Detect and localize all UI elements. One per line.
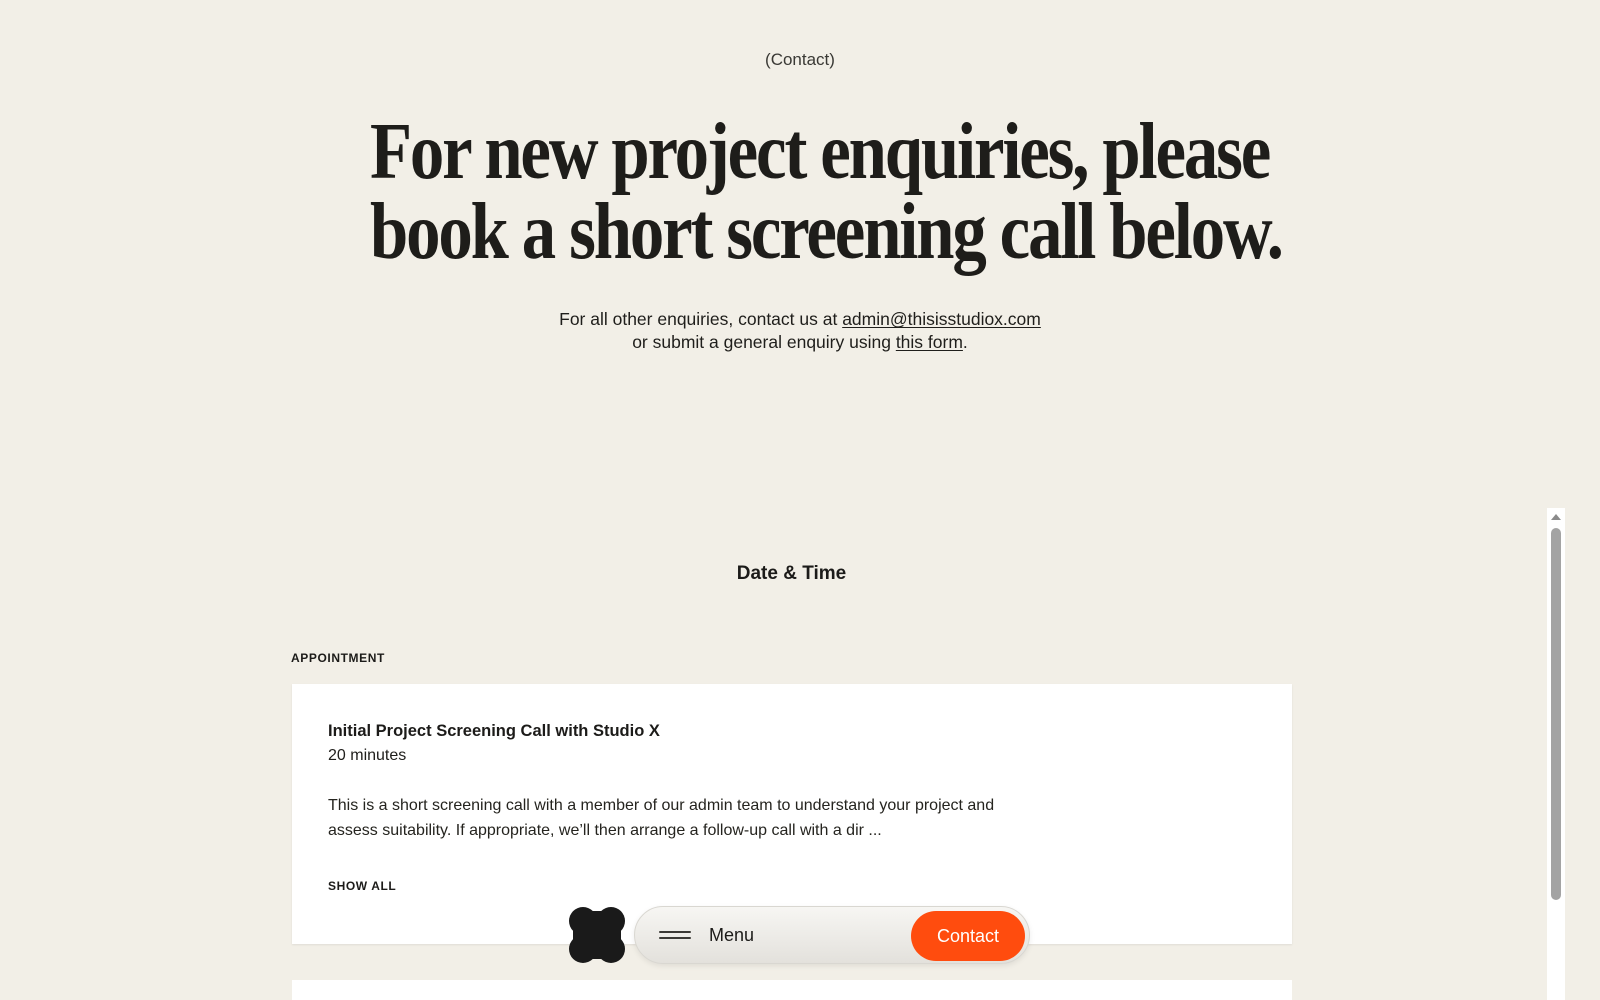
bottom-nav-bar: Menu Contact xyxy=(634,906,1030,964)
appointment-description: This is a short screening call with a me… xyxy=(328,797,995,839)
form-link[interactable]: this form xyxy=(896,332,963,352)
hamburger-icon xyxy=(659,929,691,941)
appointment-card[interactable]: Initial Project Screening Call with Stud… xyxy=(292,684,1292,944)
appointment-label: APPOINTMENT xyxy=(291,651,385,665)
page-headline: For new project enquiries, please book a… xyxy=(370,108,1284,276)
date-time-heading: Date & Time xyxy=(736,563,847,584)
intro-line-1-text: For all other enquiries, contact us at xyxy=(559,309,843,329)
appointment-title: Initial Project Screening Call with Stud… xyxy=(328,722,660,740)
next-appointment-card[interactable] xyxy=(292,980,1292,1000)
scroll-up-arrow-icon[interactable] xyxy=(1551,514,1561,520)
headline-line-2: book a short screening call below. xyxy=(370,188,1284,276)
scrollbar-thumb[interactable] xyxy=(1551,528,1561,900)
contact-button[interactable]: Contact xyxy=(911,911,1025,961)
headline-line-1: For new project enquiries, please xyxy=(370,108,1271,196)
email-link[interactable]: admin@thisisstudiox.com xyxy=(842,309,1041,329)
appointment-duration: 20 minutes xyxy=(328,747,407,764)
intro-line-1: For all other enquiries, contact us at a… xyxy=(0,308,1600,331)
embed-scrollbar[interactable] xyxy=(1547,508,1565,1000)
menu-label: Menu xyxy=(709,924,755,945)
contact-page: (Contact) For new project enquiries, ple… xyxy=(0,0,1600,1000)
menu-button[interactable]: Menu xyxy=(635,907,905,963)
intro-line-2-suffix: . xyxy=(962,332,968,352)
studio-x-logo-icon[interactable] xyxy=(567,905,627,965)
intro-line-2: or submit a general enquiry using this f… xyxy=(0,331,1600,354)
intro-text: For all other enquiries, contact us at a… xyxy=(0,308,1600,354)
page-eyebrow: (Contact) xyxy=(765,50,835,69)
intro-line-2-text: or submit a general enquiry using xyxy=(632,332,896,352)
show-all-button[interactable]: SHOW ALL xyxy=(328,879,396,893)
